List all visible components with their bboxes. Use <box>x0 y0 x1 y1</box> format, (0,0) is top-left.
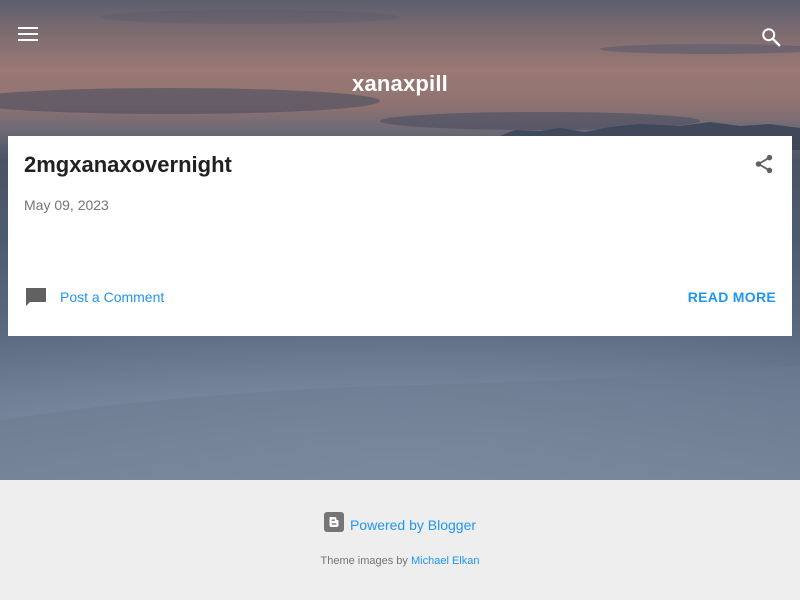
theme-author-link[interactable]: Michael Elkan <box>411 555 479 567</box>
footer: Powered by Blogger Theme images by Micha… <box>0 480 800 600</box>
theme-credit-prefix: Theme images by <box>320 555 408 567</box>
post-date[interactable]: May 09, 2023 <box>24 197 109 213</box>
theme-credit: Theme images by Michael Elkan <box>0 555 800 567</box>
post-comment-link[interactable]: Post a Comment <box>60 289 164 305</box>
blogger-logo-icon <box>323 512 344 537</box>
comment-icon[interactable] <box>24 285 48 309</box>
search-icon[interactable] <box>755 21 787 53</box>
powered-by-label: Powered by Blogger <box>349 516 477 533</box>
post-title[interactable]: 2mgxanaxovernight <box>24 152 232 178</box>
blog-title[interactable]: xanaxpill <box>0 71 800 97</box>
read-more-link[interactable]: READ MORE <box>688 289 776 305</box>
share-icon[interactable] <box>751 151 777 177</box>
powered-by-blogger[interactable]: Powered by Blogger <box>0 512 800 537</box>
post-card: 2mgxanaxovernight May 09, 2023 Post a Co… <box>8 136 792 336</box>
hamburger-menu-icon[interactable] <box>12 18 44 50</box>
